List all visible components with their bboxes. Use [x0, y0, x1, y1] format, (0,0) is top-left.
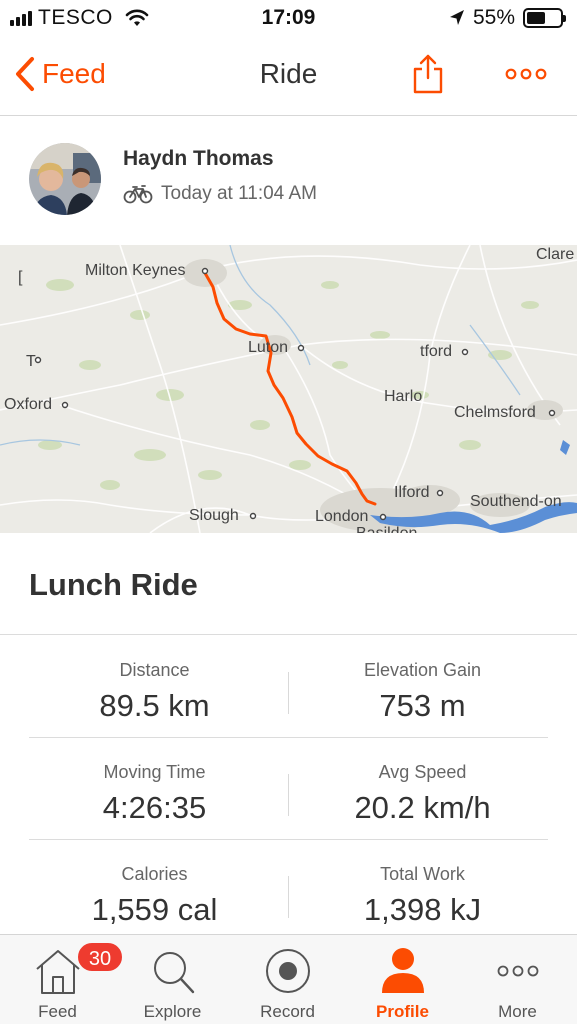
bike-icon — [123, 185, 153, 204]
stat-moving-time: Moving Time 4:26:35 — [25, 738, 284, 840]
tab-label: Profile — [376, 1002, 429, 1021]
stat-divider — [288, 672, 289, 714]
avatar[interactable] — [29, 143, 101, 215]
map-label-oxford: Oxford — [4, 396, 53, 413]
map-label-southend: Southend-on — [470, 493, 562, 510]
stat-distance: Distance 89.5 km — [25, 636, 284, 738]
stat-value: 89.5 km — [99, 688, 210, 723]
stat-label: Avg Speed — [378, 762, 467, 782]
status-right: 55% — [449, 6, 566, 30]
stats-row-1: Distance 89.5 km Elevation Gain 753 m — [29, 636, 548, 738]
more-options-icon[interactable] — [505, 68, 547, 80]
tab-label: Feed — [38, 1002, 77, 1021]
search-icon — [153, 952, 194, 994]
map-label-partial-t: T — [26, 353, 36, 370]
activity-timestamp: Today at 11:04 AM — [161, 183, 317, 204]
stat-divider — [288, 876, 289, 918]
map-label-london: London — [315, 508, 369, 525]
stat-label: Total Work — [380, 864, 465, 884]
status-bar: TESCO 17:09 55% — [0, 0, 577, 38]
tab-label: Record — [260, 1002, 315, 1021]
map-label-harlow: Harlo — [384, 388, 423, 405]
map-label-left-edge: [ — [18, 269, 23, 286]
athlete-header[interactable]: Haydn Thomas Today at 11:04 AM — [0, 117, 577, 245]
athlete-name[interactable]: Haydn Thomas — [123, 147, 274, 171]
location-arrow-icon — [449, 10, 464, 25]
tab-explore[interactable]: Explore — [115, 935, 230, 1024]
tab-label: More — [498, 1002, 537, 1021]
stat-value: 4:26:35 — [102, 790, 207, 825]
record-icon — [265, 949, 310, 993]
nav-header: Feed Ride — [0, 38, 577, 116]
battery-percent: 55% — [472, 6, 515, 29]
map-label-basildon: Basildon — [356, 525, 417, 533]
battery-icon — [523, 8, 566, 28]
tab-feed[interactable]: 30 Feed — [0, 935, 124, 1024]
stat-avg-speed: Avg Speed 20.2 km/h — [293, 738, 552, 840]
stat-value: 753 m — [379, 688, 466, 723]
tab-profile[interactable]: Profile — [345, 935, 460, 1024]
stats-grid: Distance 89.5 km Elevation Gain 753 m Mo… — [0, 636, 577, 934]
map-label-luton: Luton — [248, 339, 289, 356]
stat-total-work: Total Work 1,398 kJ — [293, 840, 552, 942]
tab-more[interactable]: More — [460, 935, 575, 1024]
map-label-clare: Clare — [536, 246, 575, 263]
tab-label: Explore — [143, 1002, 202, 1021]
map-label-ilford: Ilford — [394, 484, 430, 501]
stats-row-2: Moving Time 4:26:35 Avg Speed 20.2 km/h — [29, 738, 548, 840]
activity-meta: Today at 11:04 AM — [123, 183, 317, 205]
stat-label: Distance — [119, 660, 190, 680]
avatar-image — [29, 143, 101, 215]
stat-value: 20.2 km/h — [354, 790, 491, 825]
map-label-chelmsford: Chelmsford — [454, 404, 536, 421]
stat-value: 1,398 kJ — [363, 892, 482, 927]
stat-label: Moving Time — [103, 762, 206, 782]
stats-row-3: Calories 1,559 cal Total Work 1,398 kJ — [29, 840, 548, 942]
stat-calories: Calories 1,559 cal — [25, 840, 284, 942]
share-icon[interactable] — [412, 54, 444, 94]
map-canvas — [0, 245, 577, 533]
activity-title-section: Lunch Ride — [0, 533, 577, 635]
stat-value: 1,559 cal — [91, 892, 218, 927]
activity-title: Lunch Ride — [29, 567, 198, 602]
map-label-stortford: tford — [420, 343, 453, 360]
route-map[interactable]: Milton Keynes Luton tford Harlo Chelmsfo… — [0, 245, 577, 533]
person-icon — [381, 948, 424, 993]
more-icon — [497, 965, 538, 977]
home-icon — [35, 950, 80, 994]
map-label-slough: Slough — [189, 507, 239, 524]
stat-label: Calories — [121, 864, 188, 884]
tab-bar: 30 Feed Explore Record Profile More — [0, 934, 577, 1024]
tab-record[interactable]: Record — [230, 935, 345, 1024]
page-title: Ride — [259, 58, 318, 89]
map-label-milton-keynes: Milton Keynes — [85, 262, 186, 279]
stat-elevation-gain: Elevation Gain 753 m — [293, 636, 552, 738]
stat-divider — [288, 774, 289, 816]
stat-label: Elevation Gain — [363, 660, 482, 680]
